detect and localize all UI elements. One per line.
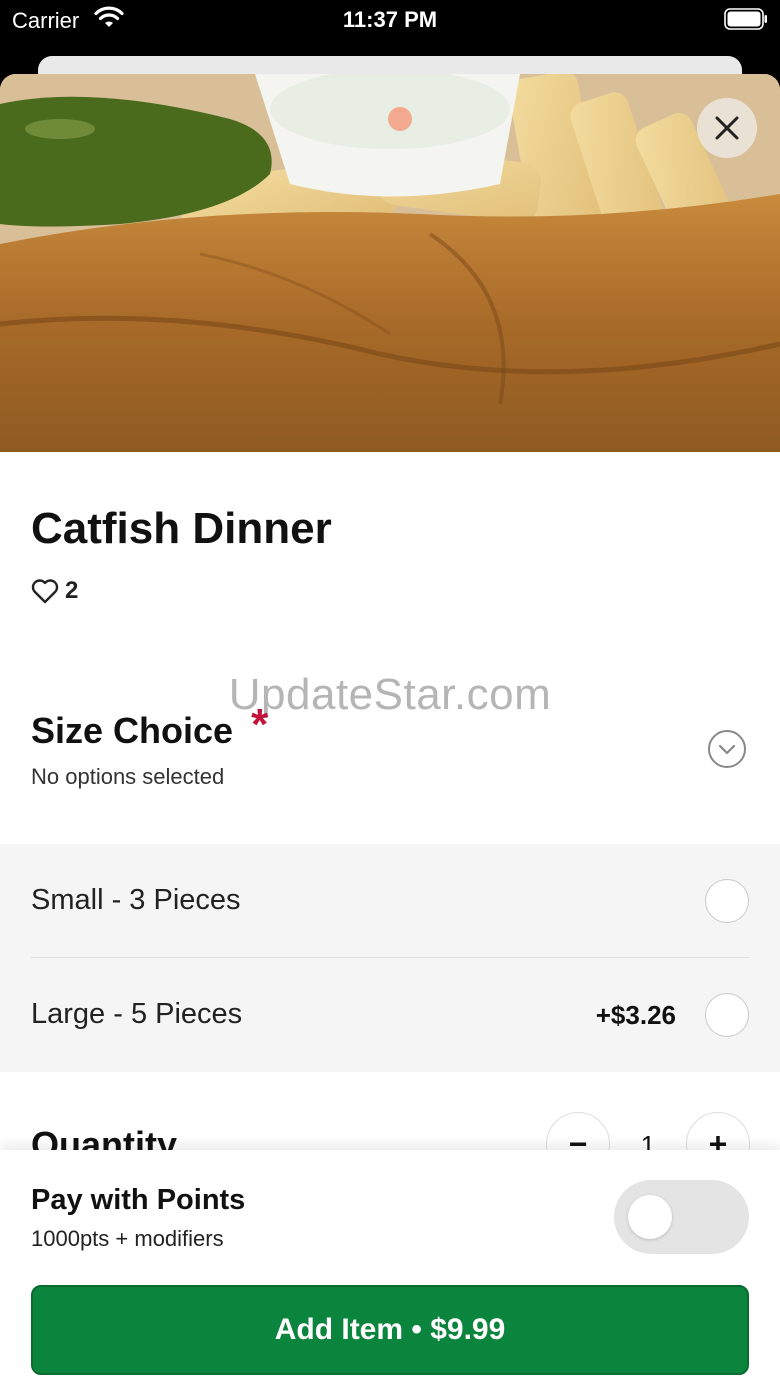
size-choice-label: Size Choice	[31, 710, 234, 751]
option-radio[interactable]	[705, 993, 749, 1037]
size-choice-subtitle: No options selected	[31, 764, 225, 789]
size-choice-expand-button[interactable]	[708, 730, 746, 768]
toggle-knob	[628, 1195, 672, 1239]
add-item-button[interactable]: Add Item • $9.99	[31, 1285, 749, 1375]
option-price: +$3.26	[595, 1000, 676, 1030]
pay-with-points-toggle[interactable]	[614, 1180, 749, 1254]
required-marker: *	[251, 700, 269, 749]
item-title: Catfish Dinner	[31, 504, 332, 553]
item-photo	[0, 74, 780, 452]
close-icon	[715, 116, 739, 140]
size-options-list: Small - 3 Pieces Large - 5 Pieces +$3.26	[0, 844, 780, 1072]
battery-icon	[724, 8, 767, 30]
option-label: Small - 3 Pieces	[31, 884, 241, 916]
close-button[interactable]	[697, 98, 757, 158]
status-bar: Carrier 11:37 PM	[0, 0, 780, 60]
option-radio[interactable]	[705, 879, 749, 923]
size-choice-title[interactable]: Size Choice *	[31, 700, 269, 752]
option-label: Large - 5 Pieces	[31, 998, 243, 1030]
pay-with-points-subtitle: 1000pts + modifiers	[31, 1226, 224, 1251]
likes[interactable]: 2	[31, 577, 78, 605]
clock: 11:37 PM	[342, 7, 438, 32]
heart-outline-icon	[31, 579, 59, 604]
checkout-footer: Pay with Points 1000pts + modifiers Add …	[0, 1150, 780, 1387]
likes-count: 2	[65, 577, 79, 604]
chevron-down-icon	[718, 744, 736, 755]
pay-with-points-title: Pay with Points	[31, 1184, 246, 1216]
item-detail-sheet: Catfish Dinner 2 UpdateStar.com Size Cho…	[0, 74, 780, 1387]
size-option-large[interactable]: Large - 5 Pieces +$3.26	[0, 958, 780, 1072]
size-option-small[interactable]: Small - 3 Pieces	[0, 844, 780, 958]
